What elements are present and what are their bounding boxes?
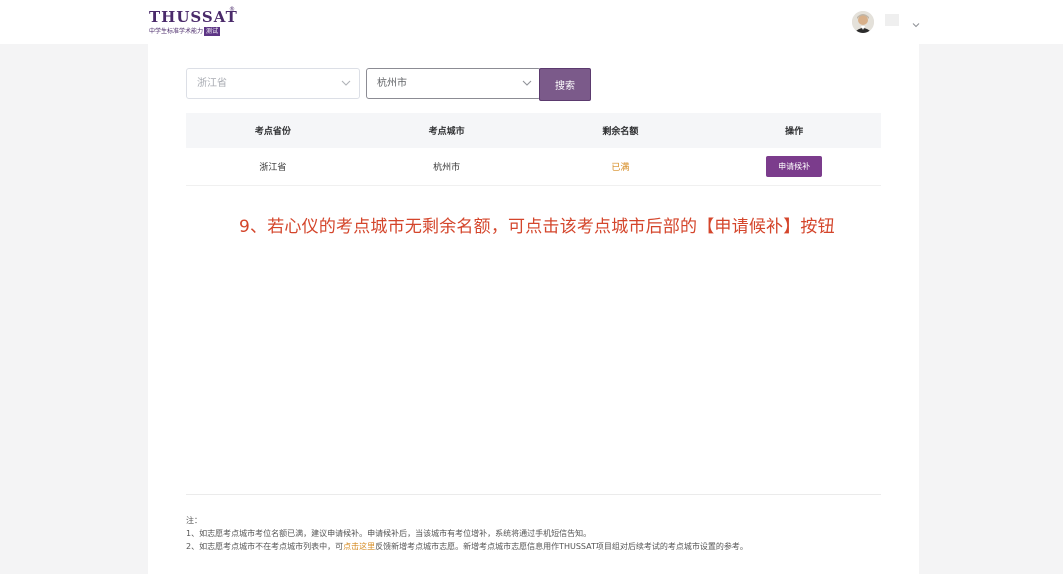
feedback-link[interactable]: 点击这里 <box>343 542 375 551</box>
notes-heading: 注： <box>186 516 202 525</box>
header-city: 考点城市 <box>428 127 465 137</box>
table-row: 浙江省 杭州市 已满 申请候补 <box>186 148 881 186</box>
row-action: 申请候补 <box>707 156 881 177</box>
logo-subtitle: 中学生标准学术能力 <box>149 28 204 35</box>
user-avatar[interactable] <box>852 11 874 33</box>
logo-subtitle-row: 中学生标准学术能力 测试 <box>149 27 221 36</box>
header-province: 考点省份 <box>254 127 291 137</box>
thussat-logo[interactable]: THUSSAT ® 中学生标准学术能力 测试 <box>149 6 237 38</box>
search-button[interactable]: 搜索 <box>539 68 591 101</box>
province-select[interactable]: 浙江省 <box>186 68 360 99</box>
row-province: 浙江省 <box>259 163 287 173</box>
instruction-annotation: 9、若心仪的考点城市无剩余名额，可点击该考点城市后部的【申请候补】按钮 <box>239 217 835 237</box>
chevron-down-icon <box>522 80 532 86</box>
province-select-value: 浙江省 <box>197 78 227 89</box>
logo-registered-mark: ® <box>229 6 235 13</box>
apply-waitlist-button[interactable]: 申请候补 <box>766 156 823 177</box>
row-remaining-status: 已满 <box>611 163 630 173</box>
exam-site-table: 考点省份 考点城市 剩余名额 操作 浙江省 杭州市 已满 申请候补 <box>186 113 881 186</box>
user-name-placeholder[interactable] <box>885 14 899 26</box>
note-line-1: 1、如志愿考点城市考位名额已满，建议申请候补。申请候补后，当该城市有考位增补，系… <box>186 529 592 538</box>
table-header: 考点省份 考点城市 剩余名额 操作 <box>186 113 881 148</box>
header-action: 操作 <box>785 127 804 137</box>
notes-section: 注： 1、如志愿考点城市考位名额已满，建议申请候补。申请候补后，当该城市有考位增… <box>186 514 886 553</box>
note-line-2-suffix: 反馈新增考点城市志愿。新增考点城市志愿信息用作THUSSAT项目组对后续考试的考… <box>375 542 748 551</box>
city-select-value: 杭州市 <box>377 78 407 89</box>
logo-title: THUSSAT <box>149 8 238 26</box>
logo-badge: 测试 <box>204 27 221 36</box>
user-avatar-icon <box>852 11 874 33</box>
header-remaining: 剩余名额 <box>602 127 639 137</box>
city-select[interactable]: 杭州市 <box>366 68 541 99</box>
chevron-down-icon <box>341 80 351 86</box>
top-bar: THUSSAT ® 中学生标准学术能力 测试 <box>0 0 1063 44</box>
row-city: 杭州市 <box>433 163 461 173</box>
note-line-2: 2、如志愿考点城市不在考点城市列表中，可点击这里反馈新增考点城市志愿。新增考点城… <box>186 540 886 553</box>
divider <box>186 494 881 495</box>
note-line-2-prefix: 2、如志愿考点城市不在考点城市列表中，可 <box>186 542 344 551</box>
chevron-down-icon[interactable] <box>911 15 921 28</box>
main-panel: 浙江省 杭州市 搜索 考点省份 考点城市 剩余名额 操作 浙江省 杭州市 已满 … <box>148 44 919 574</box>
